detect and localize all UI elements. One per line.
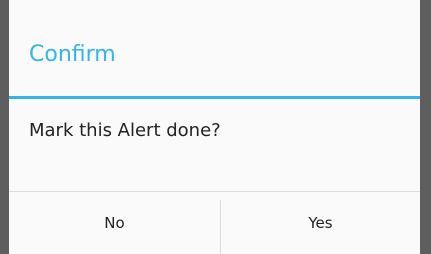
confirm-dialog: Confirm Mark this Alert done? No Yes: [9, 0, 420, 254]
background-overlay-left: [0, 0, 9, 254]
no-button[interactable]: No: [9, 192, 220, 254]
yes-button[interactable]: Yes: [221, 192, 420, 254]
dialog-message: Mark this Alert done?: [29, 120, 221, 141]
yes-button-label: Yes: [308, 214, 333, 232]
screen: Confirm Mark this Alert done? No Yes: [0, 0, 431, 254]
background-overlay-right: [420, 0, 431, 254]
dialog-title: Confirm: [29, 42, 116, 67]
title-divider: [9, 96, 420, 99]
no-button-label: No: [104, 214, 125, 232]
